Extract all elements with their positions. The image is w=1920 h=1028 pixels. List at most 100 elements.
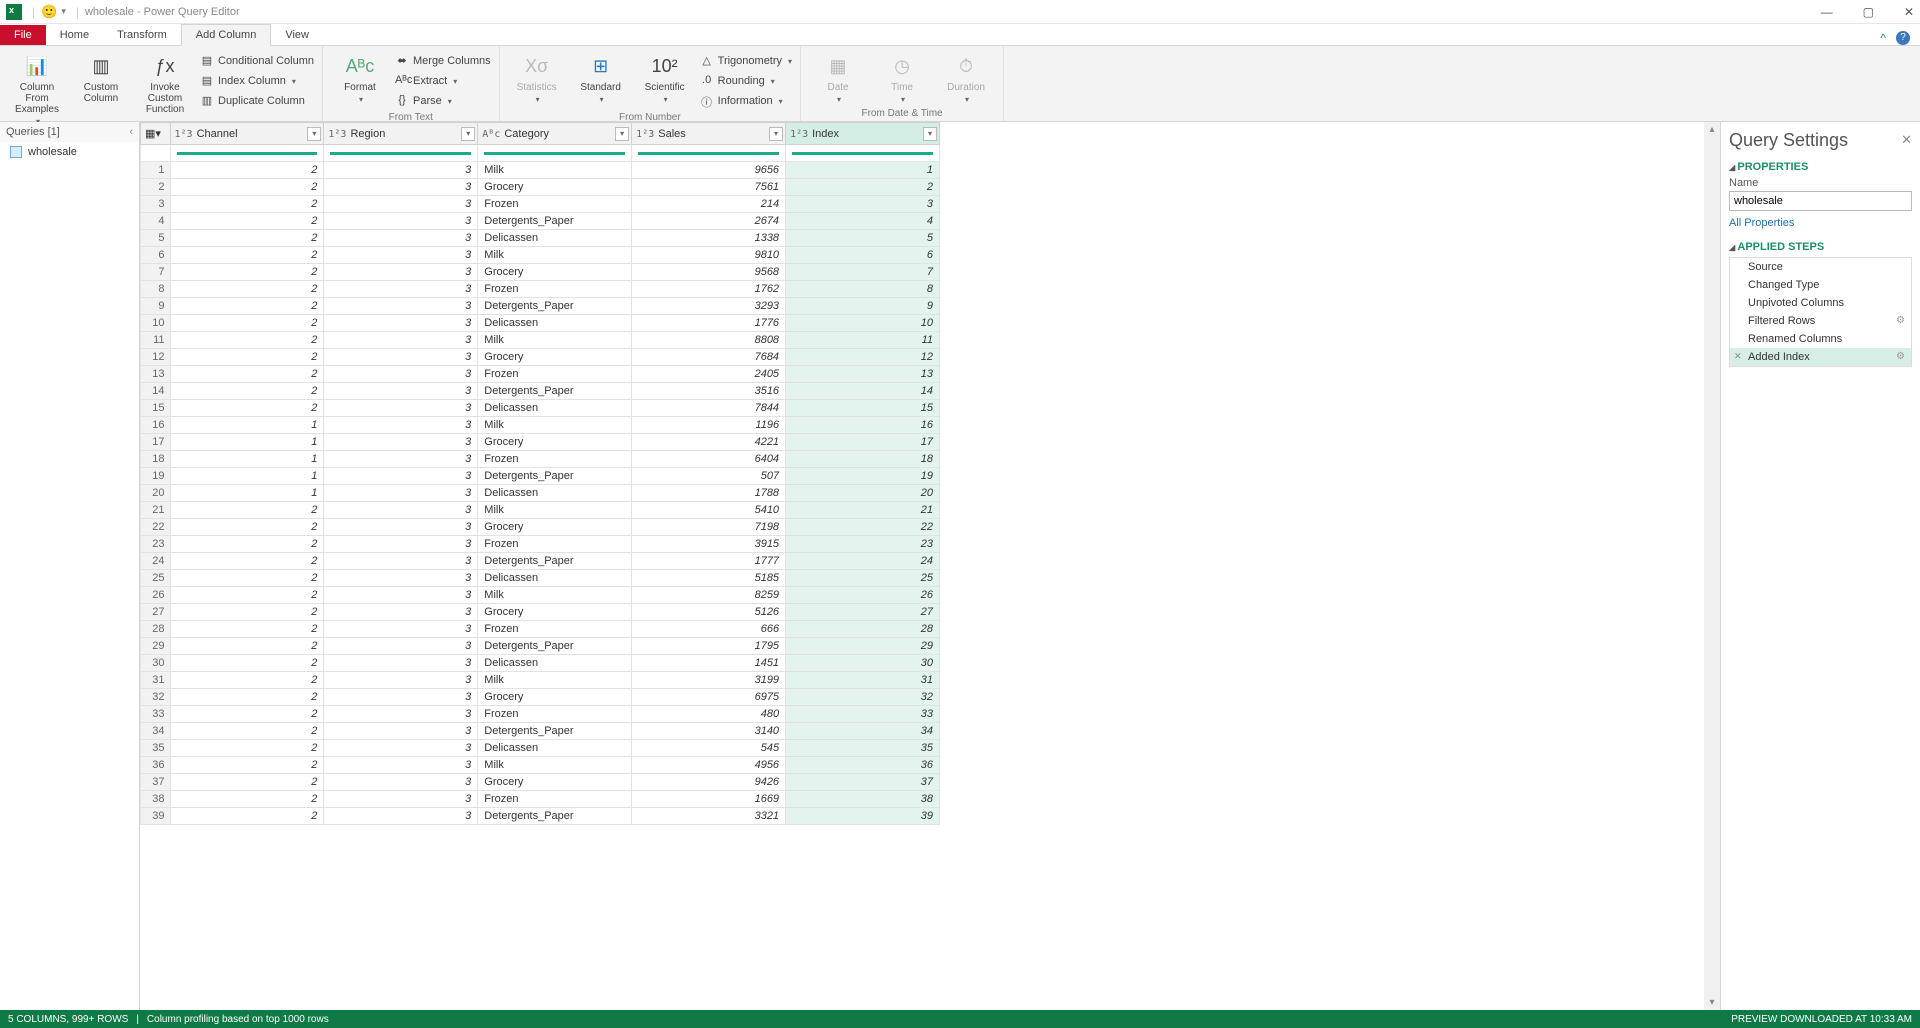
cell[interactable]: 1 [170, 434, 324, 451]
table-row[interactable]: 2523Delicassen518525 [141, 570, 940, 587]
cell[interactable]: 3 [324, 791, 478, 808]
row-number[interactable]: 12 [141, 349, 171, 366]
cell[interactable]: 2 [170, 791, 324, 808]
cell[interactable]: 6975 [632, 689, 786, 706]
cell[interactable]: 4 [786, 213, 940, 230]
cell[interactable]: 3 [324, 247, 478, 264]
query-item[interactable]: wholesale [0, 142, 139, 162]
cell[interactable]: 1338 [632, 230, 786, 247]
cell[interactable]: 2 [170, 689, 324, 706]
cell[interactable]: Detergents_Paper [478, 553, 632, 570]
cell[interactable]: 29 [786, 638, 940, 655]
table-row[interactable]: 2013Delicassen178820 [141, 485, 940, 502]
cell[interactable]: 3 [324, 264, 478, 281]
row-number[interactable]: 35 [141, 740, 171, 757]
cell[interactable]: 1 [170, 417, 324, 434]
cell[interactable]: 24 [786, 553, 940, 570]
minimize-button[interactable]: — [1821, 5, 1833, 19]
cell[interactable]: 2 [170, 638, 324, 655]
table-row[interactable]: 1123Milk880811 [141, 332, 940, 349]
gear-icon[interactable]: ⚙ [1896, 351, 1905, 362]
cell[interactable]: Detergents_Paper [478, 468, 632, 485]
row-number[interactable]: 5 [141, 230, 171, 247]
table-row[interactable]: 1523Delicassen784415 [141, 400, 940, 417]
trigonometry-button[interactable]: △Trigonometry▾ [700, 52, 792, 70]
cell[interactable]: 3 [324, 485, 478, 502]
cell[interactable]: Frozen [478, 196, 632, 213]
cell[interactable]: 2 [170, 502, 324, 519]
cell[interactable]: 2 [170, 672, 324, 689]
cell[interactable]: 1 [170, 451, 324, 468]
cell[interactable]: 3 [324, 723, 478, 740]
column-header-index[interactable]: 1²3Index▾ [786, 123, 940, 145]
cell[interactable]: 507 [632, 468, 786, 485]
cell[interactable]: Frozen [478, 791, 632, 808]
cell[interactable]: 27 [786, 604, 940, 621]
merge-columns-button[interactable]: ⬌Merge Columns [395, 52, 491, 70]
cell[interactable]: 1669 [632, 791, 786, 808]
row-number[interactable]: 3 [141, 196, 171, 213]
table-row[interactable]: 823Frozen17628 [141, 281, 940, 298]
column-header-region[interactable]: 1²3Region▾ [324, 123, 478, 145]
time-button[interactable]: ◷ Time▾ [873, 50, 931, 104]
cell[interactable]: 3 [324, 349, 478, 366]
cell[interactable]: 3 [324, 502, 478, 519]
row-number[interactable]: 24 [141, 553, 171, 570]
cell[interactable]: 2 [170, 315, 324, 332]
cell[interactable]: Delicassen [478, 400, 632, 417]
vertical-scrollbar[interactable]: ▴ ▾ [1704, 122, 1720, 1010]
cell[interactable]: 31 [786, 672, 940, 689]
cell[interactable]: 3 [324, 689, 478, 706]
cell[interactable]: 32 [786, 689, 940, 706]
cell[interactable]: 2 [170, 706, 324, 723]
cell[interactable]: 1 [170, 468, 324, 485]
applied-step[interactable]: Source [1730, 258, 1911, 276]
all-properties-link[interactable]: All Properties [1729, 217, 1794, 229]
custom-column-button[interactable]: ▥ Custom Column [72, 50, 130, 104]
cell[interactable]: 3 [324, 213, 478, 230]
cell[interactable]: 2 [170, 553, 324, 570]
table-row[interactable]: 1713Grocery422117 [141, 434, 940, 451]
cell[interactable]: 2 [170, 604, 324, 621]
table-row[interactable]: 123Milk96561 [141, 162, 940, 179]
cell[interactable]: 19 [786, 468, 940, 485]
applied-step[interactable]: Changed Type [1730, 276, 1911, 294]
row-number[interactable]: 36 [141, 757, 171, 774]
cell[interactable]: 20 [786, 485, 940, 502]
cell[interactable]: Grocery [478, 774, 632, 791]
cell[interactable]: 21 [786, 502, 940, 519]
row-number[interactable]: 37 [141, 774, 171, 791]
cell[interactable]: 3 [324, 638, 478, 655]
table-row[interactable]: 3823Frozen166938 [141, 791, 940, 808]
cell[interactable]: 1 [786, 162, 940, 179]
cell[interactable]: Milk [478, 332, 632, 349]
cell[interactable]: 2 [170, 213, 324, 230]
table-row[interactable]: 1323Frozen240513 [141, 366, 940, 383]
scientific-button[interactable]: 10² Scientific▾ [636, 50, 694, 104]
row-number[interactable]: 4 [141, 213, 171, 230]
cell[interactable]: 3 [324, 604, 478, 621]
table-row[interactable]: 3423Detergents_Paper314034 [141, 723, 940, 740]
cell[interactable]: 3 [324, 519, 478, 536]
close-settings-icon[interactable]: ✕ [1901, 132, 1912, 148]
cell[interactable]: 2 [170, 162, 324, 179]
row-number[interactable]: 14 [141, 383, 171, 400]
cell[interactable]: 11 [786, 332, 940, 349]
cell[interactable]: 2405 [632, 366, 786, 383]
row-number[interactable]: 15 [141, 400, 171, 417]
cell[interactable]: 8259 [632, 587, 786, 604]
cell[interactable]: Detergents_Paper [478, 298, 632, 315]
cell[interactable]: 26 [786, 587, 940, 604]
row-number[interactable]: 17 [141, 434, 171, 451]
maximize-button[interactable]: ▢ [1863, 5, 1874, 19]
cell[interactable]: 2 [170, 723, 324, 740]
cell[interactable]: 1451 [632, 655, 786, 672]
cell[interactable]: 17 [786, 434, 940, 451]
cell[interactable]: Frozen [478, 621, 632, 638]
row-number[interactable]: 34 [141, 723, 171, 740]
table-row[interactable]: 423Detergents_Paper26744 [141, 213, 940, 230]
column-header-category[interactable]: AᴮcCategory▾ [478, 123, 632, 145]
cell[interactable]: 18 [786, 451, 940, 468]
cell[interactable]: 1795 [632, 638, 786, 655]
cell[interactable]: 3 [324, 400, 478, 417]
